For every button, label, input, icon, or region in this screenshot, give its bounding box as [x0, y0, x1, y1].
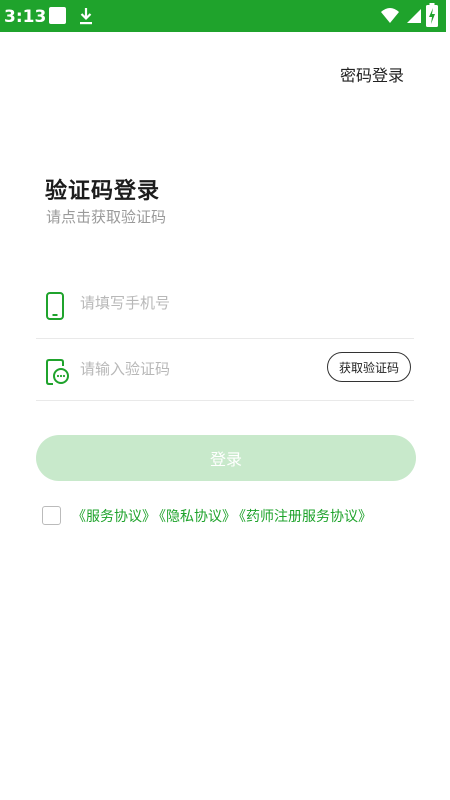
signal-icon: [407, 9, 421, 23]
page-subtitle: 请点击获取验证码: [46, 208, 167, 226]
status-bar: 3:13: [0, 0, 446, 32]
page-title: 验证码登录: [45, 179, 161, 204]
get-code-button[interactable]: 获取验证码: [327, 352, 411, 382]
agreement-checkbox[interactable]: [42, 506, 61, 525]
password-login-link[interactable]: 密码登录: [340, 62, 404, 86]
battery-charging-icon: [426, 3, 438, 27]
phone-input[interactable]: [80, 294, 300, 312]
agreement-links: 《服务协议》 《隐私协议》 《药师注册服务协议》: [72, 506, 375, 526]
status-time: 3:13: [4, 7, 47, 27]
code-input[interactable]: [80, 360, 300, 378]
service-agreement-link[interactable]: 《服务协议》: [72, 509, 156, 525]
download-icon: [80, 8, 92, 25]
notification-square-icon: [49, 7, 66, 24]
phone-icon: [46, 292, 64, 320]
code-field-row: 获取验证码: [36, 336, 414, 401]
login-button[interactable]: 登录: [36, 435, 416, 481]
phone-field-row: [36, 272, 414, 339]
sms-code-icon: [46, 359, 69, 385]
pharmacist-agreement-link[interactable]: 《药师注册服务协议》: [239, 509, 372, 525]
privacy-agreement-link[interactable]: 《隐私协议》: [159, 509, 236, 525]
wifi-icon: [381, 8, 399, 23]
